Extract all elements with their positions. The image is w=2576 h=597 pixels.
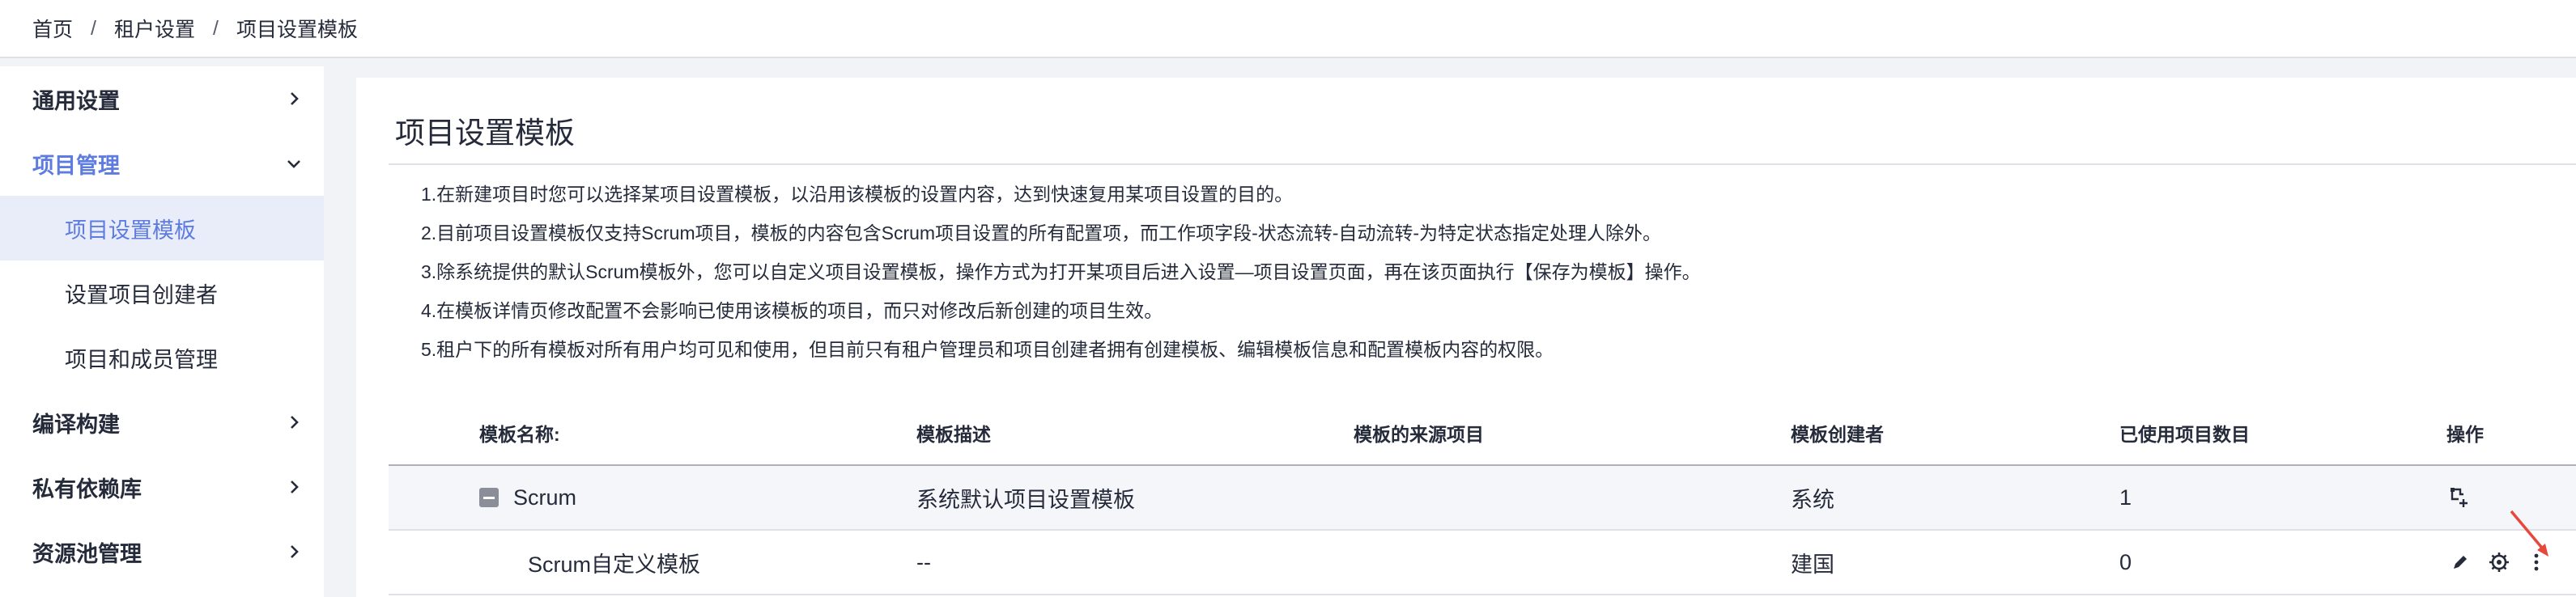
sidebar-group-label: 私有依赖库 [32, 476, 142, 502]
sidebar-item-project-members[interactable]: 项目和成员管理 [0, 325, 324, 390]
notice-line: 5.租户下的所有模板对所有用户均可见和使用，但目前只有租户管理员和项目创建者拥有… [421, 339, 1554, 360]
sidebar-group-resource-pool[interactable]: 资源池管理 [0, 519, 324, 584]
sidebar-group-private-repo[interactable]: 私有依赖库 [0, 455, 324, 519]
row-creator: 建国 [1791, 552, 1834, 577]
sidebar-group-label: 项目管理 [32, 153, 120, 178]
header-creator: 模板创建者 [1791, 424, 1884, 445]
header-ops: 操作 [2446, 424, 2484, 445]
row-desc: 系统默认项目设置模板 [916, 487, 1135, 512]
row-name: Scrum [513, 485, 577, 510]
row-name-cell: Scrum自定义模板 [389, 547, 916, 578]
sidebar: 通用设置 项目管理 项目设置模板 设置项目创建者 项目和成员管理 编译构建 私有… [0, 66, 324, 597]
sidebar-group-label: 资源池管理 [32, 541, 142, 566]
notice-line: 4.在模板详情页修改配置不会影响已使用该模板的项目，而只对修改后新创建的项目生效… [421, 300, 1163, 321]
row-desc: -- [916, 549, 931, 574]
notice-line: 1.在新建项目时您可以选择某项目设置模板，以沿用该模板的设置内容，达到快速复用某… [421, 184, 1294, 205]
chevron-right-icon [285, 478, 303, 496]
header-count: 已使用项目数目 [2119, 424, 2250, 445]
table-row: Scrum自定义模板 -- 建国 0 [389, 531, 2576, 595]
sidebar-group-project-management[interactable]: 项目管理 [0, 131, 324, 196]
row-count: 1 [2119, 485, 2132, 510]
sidebar-group-general-settings[interactable]: 通用设置 [0, 66, 324, 131]
collapse-icon[interactable] [479, 488, 499, 507]
chevron-right-icon [285, 90, 303, 108]
sidebar-item-project-templates[interactable]: 项目设置模板 [0, 196, 324, 260]
breadcrumb-tenant-settings[interactable]: 租户设置 [114, 14, 195, 43]
row-name[interactable]: Scrum自定义模板 [479, 547, 700, 578]
template-table: 模板名称: 模板描述 模板的来源项目 模板创建者 已使用项目数目 操作 Scru… [389, 401, 2576, 595]
row-creator: 系统 [1791, 487, 1834, 512]
chevron-right-icon [285, 413, 303, 431]
table-header: 模板名称: 模板描述 模板的来源项目 模板创建者 已使用项目数目 操作 [389, 401, 2576, 466]
sidebar-group-build[interactable]: 编译构建 [0, 390, 324, 455]
header-desc: 模板描述 [916, 424, 991, 445]
breadcrumb-separator: / [91, 16, 96, 40]
page-title: 项目设置模板 [395, 116, 575, 150]
chevron-down-icon [285, 155, 303, 172]
header-source: 模板的来源项目 [1354, 424, 1484, 445]
breadcrumb-home[interactable]: 首页 [32, 14, 73, 43]
breadcrumb-current: 项目设置模板 [236, 19, 358, 41]
edit-icon[interactable] [2446, 548, 2474, 576]
sidebar-item-project-creators[interactable]: 设置项目创建者 [0, 260, 324, 325]
breadcrumb-separator: / [212, 16, 219, 40]
row-ops [2446, 484, 2576, 511]
header-name: 模板名称: [479, 424, 560, 445]
breadcrumb: 首页 / 租户设置 / 项目设置模板 [0, 0, 2576, 58]
sidebar-group-label: 通用设置 [32, 88, 120, 113]
main-content: 项目设置模板 1.在新建项目时您可以选择某项目设置模板，以沿用该模板的设置内容，… [356, 78, 2576, 597]
create-from-template-icon[interactable] [2446, 484, 2474, 511]
sidebar-group-label: 编译构建 [32, 412, 120, 437]
notice-line: 2.目前项目设置模板仅支持Scrum项目，模板的内容包含Scrum项目设置的所有… [421, 222, 1662, 243]
annotation-arrow-icon [2510, 510, 2548, 557]
row-count: 0 [2119, 549, 2132, 574]
row-name-cell: Scrum [389, 485, 916, 510]
notice-line: 3.除系统提供的默认Scrum模板外，您可以自定义项目设置模板，操作方式为打开某… [421, 261, 1701, 282]
chevron-right-icon [285, 543, 303, 561]
table-row-group: Scrum 系统默认项目设置模板 系统 1 [389, 466, 2576, 531]
